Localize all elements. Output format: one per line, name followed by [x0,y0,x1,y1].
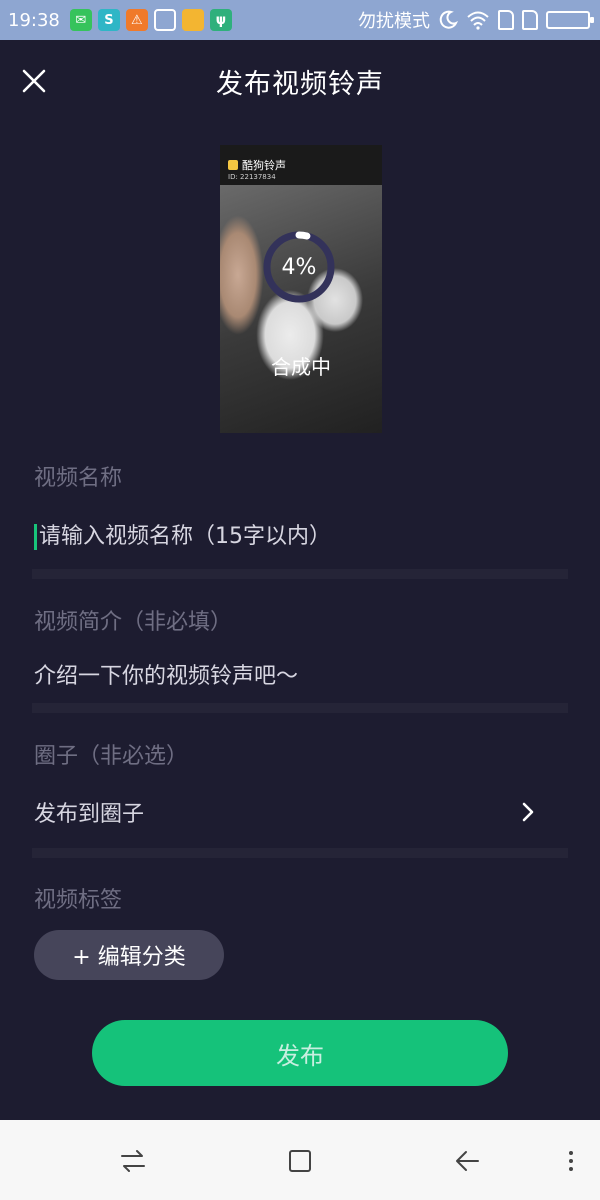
video-name-input[interactable]: 请输入视频名称（15字以内） [34,518,331,550]
publish-label: 发布 [276,1041,324,1070]
system-nav-bar [0,1120,600,1200]
circle-label: 圈子（非必选） [34,744,189,769]
text-cursor [34,524,37,550]
video-intro-input[interactable]: 介绍一下你的视频铃声吧～ [34,658,298,690]
menu-icon[interactable] [556,1146,586,1176]
dnd-label: 勿扰模式 [358,11,430,32]
status-bar: 19:38 ✉ S ⚠ ψ 勿扰模式 [0,0,600,40]
watermark-app-name: 酷狗铃声 [242,159,286,172]
watermark-id: ID: 22137834 [228,173,276,181]
edit-category-label: + 编辑分类 [72,945,186,970]
publish-button[interactable]: 发布 [92,1020,508,1086]
compose-status: 合成中 [271,355,331,379]
progress-percent: 4% [281,255,317,280]
close-icon [22,69,46,93]
usb-icon: ψ [209,9,232,31]
video-intro-label: 视频简介（非必填） [34,610,233,635]
app-s-icon: S [97,9,120,31]
folder-icon [181,9,204,31]
header: 发布视频铃声 [0,40,600,122]
video-thumbnail [220,185,382,433]
sim-icon [522,10,538,30]
publish-to-circle-text: 发布到圈子 [34,802,145,827]
wechat-icon: ✉ [69,9,92,31]
battery-icon [546,11,594,29]
back-icon[interactable] [452,1146,482,1176]
video-preview: 酷狗铃声 ID: 22137834 4% 合成中 [220,145,382,433]
close-button[interactable] [14,61,54,101]
home-icon[interactable] [285,1146,315,1176]
sim-icon [498,10,514,30]
video-tags-label: 视频标签 [34,888,123,913]
clean-icon [153,9,176,31]
divider [32,848,568,858]
moon-icon [439,10,458,29]
switch-apps-icon[interactable] [118,1146,148,1176]
watermark-bar: 酷狗铃声 ID: 22137834 [220,145,382,185]
app-logo-icon [228,160,238,170]
wifi-icon [467,11,489,30]
video-name-label: 视频名称 [34,466,123,491]
video-name-placeholder: 请输入视频名称（15字以内） [39,524,331,549]
chevron-right-icon[interactable] [516,800,540,824]
status-time: 19:38 [8,9,60,31]
publish-to-circle-row[interactable]: 发布到圈子 [34,796,534,828]
edit-category-button[interactable]: + 编辑分类 [34,930,224,980]
warning-icon: ⚠ [125,9,148,31]
divider [32,569,568,579]
divider [32,703,568,713]
page-title: 发布视频铃声 [216,68,384,100]
